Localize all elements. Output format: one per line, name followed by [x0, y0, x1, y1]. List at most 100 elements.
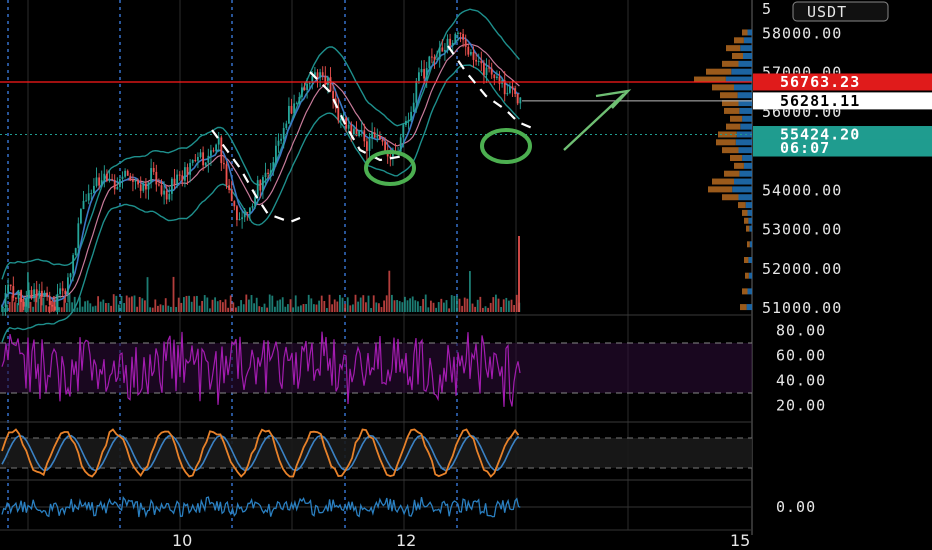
candle-body	[220, 137, 223, 164]
volume-bar	[279, 299, 282, 312]
candle-body	[381, 139, 384, 142]
volume-profile-buy	[749, 225, 752, 232]
price-tick-label: 51000.00	[762, 299, 842, 317]
candle-body	[493, 74, 496, 79]
price-tick-label: 58000.00	[762, 24, 842, 42]
volume-bar	[219, 300, 222, 312]
candle-body	[59, 288, 62, 295]
volume-profile-buy	[738, 60, 752, 67]
volume-bar	[209, 308, 211, 312]
volume-bar	[310, 298, 313, 312]
volume-bar	[229, 295, 232, 312]
volume-profile-buy	[743, 53, 752, 59]
candle-body	[514, 88, 517, 94]
volume-bar	[105, 303, 107, 312]
volume-profile-sell	[724, 107, 740, 114]
candle-body	[77, 223, 80, 249]
volume-profile-buy	[740, 45, 752, 52]
candle-body	[197, 156, 199, 161]
volume-bar	[461, 305, 464, 312]
volume-bar	[248, 299, 250, 312]
volume-bar	[336, 301, 339, 312]
candle-body	[288, 105, 290, 124]
volume-bar	[344, 303, 347, 312]
volume-profile-sell	[716, 139, 736, 146]
volume-bar	[497, 298, 500, 312]
candle-body	[145, 183, 147, 190]
volume-bar	[396, 299, 399, 312]
rsi-tick-label: 60.00	[776, 347, 826, 365]
candle-body	[168, 193, 171, 200]
candle-body	[158, 184, 160, 186]
candle-body	[483, 63, 485, 76]
volume-profile-sell	[734, 37, 744, 44]
candle-body	[74, 248, 77, 256]
candle-body	[82, 200, 85, 210]
volume-bar	[484, 306, 487, 312]
volume-bar	[448, 308, 451, 312]
volume-bar	[326, 308, 328, 312]
candle-body	[301, 87, 303, 98]
volume-bar	[37, 297, 40, 312]
candle-body	[147, 182, 150, 190]
candle-body	[436, 58, 439, 60]
macd-tick-label: 0.00	[776, 498, 816, 516]
candle-body	[9, 284, 12, 287]
candle-body	[433, 57, 436, 60]
volume-bar	[427, 307, 430, 312]
price-tick-label: 54000.00	[762, 181, 842, 199]
candle-body	[25, 298, 28, 307]
candle-body	[139, 184, 142, 191]
volume-bar	[172, 276, 175, 312]
candle-body	[412, 102, 415, 112]
currency-badge-label[interactable]: USDT	[807, 3, 847, 21]
volume-profile-buy	[734, 84, 752, 91]
date-tick-label: 12	[396, 531, 416, 550]
candle-body	[366, 141, 368, 151]
drawing-zigzag	[447, 45, 533, 130]
volume-bar	[185, 295, 188, 312]
volume-bar	[370, 308, 373, 312]
candle-body	[379, 136, 381, 140]
volume-bar	[313, 304, 315, 312]
volume-bar	[357, 301, 360, 312]
volume-bar	[445, 300, 448, 312]
candle-body	[165, 190, 168, 200]
candle-body	[256, 180, 259, 197]
volume-bar	[203, 295, 206, 312]
volume-profile-sell	[745, 272, 749, 279]
volume-bar	[411, 296, 414, 312]
volume-bar	[149, 307, 152, 312]
volume-profile-sell	[744, 257, 749, 263]
candle-body	[319, 72, 322, 78]
volume-bar	[164, 298, 167, 312]
volume-bar	[94, 305, 97, 312]
candle-body	[35, 289, 38, 298]
volume-bar	[430, 300, 432, 312]
volume-bar	[81, 306, 84, 312]
candle-body	[519, 97, 522, 104]
candle-body	[402, 124, 405, 138]
candle-body	[215, 144, 218, 152]
candle-body	[470, 52, 472, 55]
candle-body	[353, 128, 355, 135]
volume-bar	[141, 298, 144, 312]
candle-body	[462, 33, 465, 40]
volume-bar	[154, 299, 157, 312]
candle-body	[43, 292, 46, 297]
candle-body	[467, 46, 470, 55]
volume-profile-buy	[736, 131, 752, 138]
candle-body	[210, 150, 212, 156]
candle-body	[376, 136, 379, 138]
volume-bar	[339, 294, 341, 312]
volume-bar	[502, 299, 505, 312]
volume-bar	[318, 300, 321, 312]
chart-svg[interactable]: 58000.0057000.0056000.0054000.0053000.00…	[0, 0, 932, 550]
candle-body	[20, 290, 23, 302]
volume-bar	[60, 307, 63, 312]
volume-bar	[159, 304, 162, 312]
volume-profile-sell	[738, 202, 746, 209]
volume-bar	[190, 301, 193, 312]
candle-body	[33, 289, 36, 299]
volume-profile-sell	[740, 304, 747, 311]
